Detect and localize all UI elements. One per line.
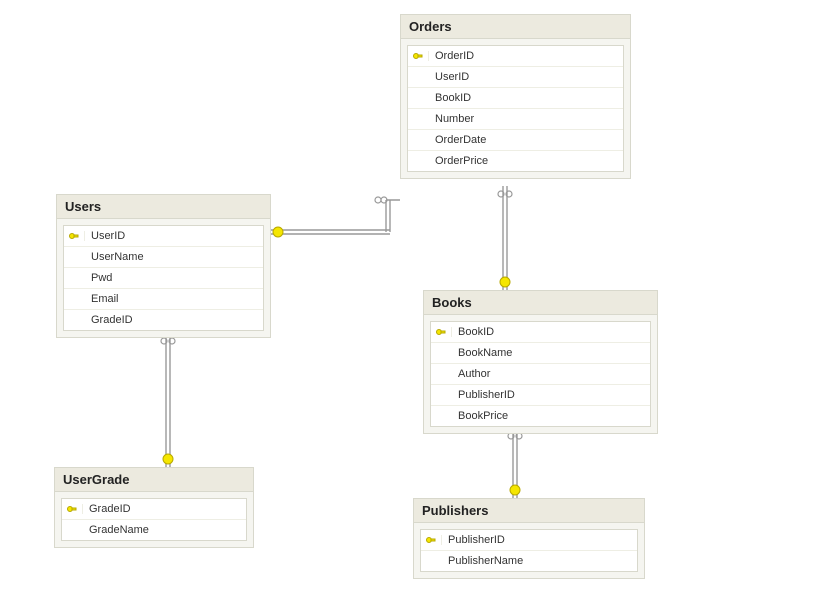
- primary-key-icon: [426, 535, 436, 545]
- primary-key-icon: [67, 504, 77, 514]
- column-name: OrderPrice: [429, 155, 623, 167]
- column-name: Number: [429, 113, 623, 125]
- column-name: BookID: [429, 92, 623, 104]
- table-column[interactable]: UserName: [64, 247, 263, 268]
- table-column[interactable]: BookName: [431, 343, 650, 364]
- table-orders[interactable]: Orders OrderID UserID BookID Number Orde…: [400, 14, 631, 179]
- table-column[interactable]: BookID: [408, 88, 623, 109]
- column-name: PublisherName: [442, 555, 637, 567]
- table-column[interactable]: PublisherName: [421, 551, 637, 571]
- table-column[interactable]: Author: [431, 364, 650, 385]
- columns-list: PublisherID PublisherName: [420, 529, 638, 572]
- primary-key-icon: [69, 231, 79, 241]
- table-title: Books: [424, 291, 657, 315]
- column-name: OrderID: [429, 50, 623, 62]
- primary-key-icon: [436, 327, 446, 337]
- column-name: GradeID: [83, 503, 246, 515]
- column-name: GradeName: [83, 524, 246, 536]
- table-column[interactable]: OrderID: [408, 46, 623, 67]
- table-title: Orders: [401, 15, 630, 39]
- table-column[interactable]: PublisherID: [421, 530, 637, 551]
- column-name: UserID: [85, 230, 263, 242]
- table-column[interactable]: GradeID: [64, 310, 263, 330]
- column-name: OrderDate: [429, 134, 623, 146]
- rel-users-usergrade: [161, 333, 175, 467]
- column-name: UserID: [429, 71, 623, 83]
- rel-users-orders: [270, 197, 400, 237]
- table-title: UserGrade: [55, 468, 253, 492]
- table-column[interactable]: Email: [64, 289, 263, 310]
- rel-books-publishers: [508, 428, 522, 498]
- column-name: BookID: [452, 326, 650, 338]
- table-column[interactable]: PublisherID: [431, 385, 650, 406]
- table-title: Users: [57, 195, 270, 219]
- table-usergrade[interactable]: UserGrade GradeID GradeName: [54, 467, 254, 548]
- column-name: BookPrice: [452, 410, 650, 422]
- table-publishers[interactable]: Publishers PublisherID PublisherName: [413, 498, 645, 579]
- column-name: BookName: [452, 347, 650, 359]
- table-column[interactable]: Number: [408, 109, 623, 130]
- column-name: Pwd: [85, 272, 263, 284]
- table-column[interactable]: BookPrice: [431, 406, 650, 426]
- column-name: UserName: [85, 251, 263, 263]
- column-name: PublisherID: [442, 534, 637, 546]
- columns-list: BookID BookName Author PublisherID BookP…: [430, 321, 651, 427]
- table-column[interactable]: UserID: [408, 67, 623, 88]
- column-name: Email: [85, 293, 263, 305]
- columns-list: UserID UserName Pwd Email GradeID: [63, 225, 264, 331]
- columns-list: GradeID GradeName: [61, 498, 247, 541]
- column-name: PublisherID: [452, 389, 650, 401]
- primary-key-icon: [413, 51, 423, 61]
- table-column[interactable]: UserID: [64, 226, 263, 247]
- table-column[interactable]: GradeID: [62, 499, 246, 520]
- diagram-canvas: Orders OrderID UserID BookID Number Orde…: [0, 0, 831, 606]
- table-books[interactable]: Books BookID BookName Author PublisherID…: [423, 290, 658, 434]
- column-name: GradeID: [85, 314, 263, 326]
- table-column[interactable]: GradeName: [62, 520, 246, 540]
- column-name: Author: [452, 368, 650, 380]
- columns-list: OrderID UserID BookID Number OrderDate O…: [407, 45, 624, 172]
- rel-orders-books: [498, 186, 512, 290]
- table-title: Publishers: [414, 499, 644, 523]
- table-column[interactable]: Pwd: [64, 268, 263, 289]
- table-column[interactable]: OrderPrice: [408, 151, 623, 171]
- table-users[interactable]: Users UserID UserName Pwd Email GradeID: [56, 194, 271, 338]
- table-column[interactable]: OrderDate: [408, 130, 623, 151]
- table-column[interactable]: BookID: [431, 322, 650, 343]
